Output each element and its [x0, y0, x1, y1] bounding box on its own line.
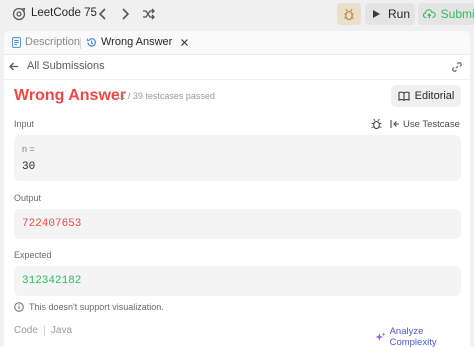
- input-actions: Use Testcase: [371, 118, 460, 130]
- shuffle-icon: [142, 8, 155, 20]
- tab-wrong-answer-label: Wrong Answer: [101, 36, 173, 48]
- tab-description-label: Description: [25, 36, 81, 48]
- tab-divider: [80, 38, 81, 49]
- tab-description[interactable]: Description: [12, 36, 80, 48]
- sparkle-icon: [375, 332, 386, 341]
- code-label: Code: [14, 325, 38, 336]
- editorial-label: Editorial: [414, 90, 455, 102]
- play-icon: [373, 10, 380, 18]
- use-testcase-label: Use Testcase: [403, 118, 460, 130]
- expected-label: Expected: [14, 250, 52, 260]
- testcases-passed: 11 / 39 testcases passed: [116, 91, 215, 101]
- random-problem-button[interactable]: [140, 6, 156, 22]
- expected-value: 312342182: [22, 275, 82, 287]
- output-box: 722407653: [14, 209, 461, 239]
- output-value: 722407653: [22, 218, 82, 230]
- submission-panel: Description Wrong Answer All Submissions…: [4, 31, 470, 347]
- tab-wrong-answer[interactable]: Wrong Answer: [86, 36, 189, 48]
- study-plan-icon[interactable]: [12, 7, 26, 21]
- info-icon: [14, 302, 24, 312]
- input-variable-name: n =: [22, 144, 35, 154]
- back-label: All Submissions: [27, 60, 105, 72]
- input-variable-value: 30: [22, 161, 36, 173]
- arrow-import-icon: [390, 120, 399, 128]
- run-button[interactable]: Run: [365, 3, 415, 25]
- next-problem-button[interactable]: [117, 6, 133, 22]
- input-box: n = 30: [14, 135, 461, 181]
- code-section-header: Code Java: [14, 325, 72, 336]
- run-label: Run: [388, 7, 411, 21]
- use-testcase-button[interactable]: Use Testcase: [390, 119, 460, 130]
- close-icon[interactable]: [180, 38, 189, 47]
- header-divider: [4, 79, 470, 80]
- verdict-title: Wrong Answer: [14, 87, 127, 104]
- cloud-upload-icon: [423, 9, 436, 19]
- expected-box: 312342182: [14, 266, 461, 296]
- chevron-left-icon: [98, 8, 106, 20]
- visualization-note: This doesn't support visualization.: [14, 302, 164, 312]
- output-label: Output: [14, 193, 42, 203]
- chevron-right-icon: [122, 8, 130, 20]
- bug-icon: [344, 8, 354, 20]
- top-bar: LeetCode 75 Run Submit: [0, 0, 474, 29]
- visualization-note-text: This doesn't support visualization.: [29, 302, 164, 312]
- editorial-button[interactable]: Editorial: [391, 85, 461, 107]
- submit-button[interactable]: Submit: [418, 3, 474, 25]
- previous-problem-button[interactable]: [95, 6, 111, 22]
- code-divider: [43, 325, 45, 336]
- submit-label: Submit: [440, 7, 474, 21]
- analyze-complexity-label: Analyze Complexity: [389, 326, 437, 347]
- history-icon: [86, 37, 96, 47]
- back-to-submissions[interactable]: All Submissions: [9, 58, 105, 74]
- input-label: Input: [14, 119, 35, 129]
- language-label: Java: [50, 325, 73, 336]
- analyze-complexity-button[interactable]: Analyze Complexity: [375, 326, 470, 347]
- arrow-left-icon: [9, 62, 18, 70]
- panel-tabs: Description Wrong Answer: [4, 31, 470, 55]
- document-icon: [12, 36, 21, 48]
- share-link-icon[interactable]: [451, 60, 463, 78]
- study-plan-title[interactable]: LeetCode 75: [31, 7, 97, 19]
- book-open-icon: [398, 91, 410, 101]
- bug-icon[interactable]: [371, 118, 382, 130]
- debug-button[interactable]: [337, 3, 361, 25]
